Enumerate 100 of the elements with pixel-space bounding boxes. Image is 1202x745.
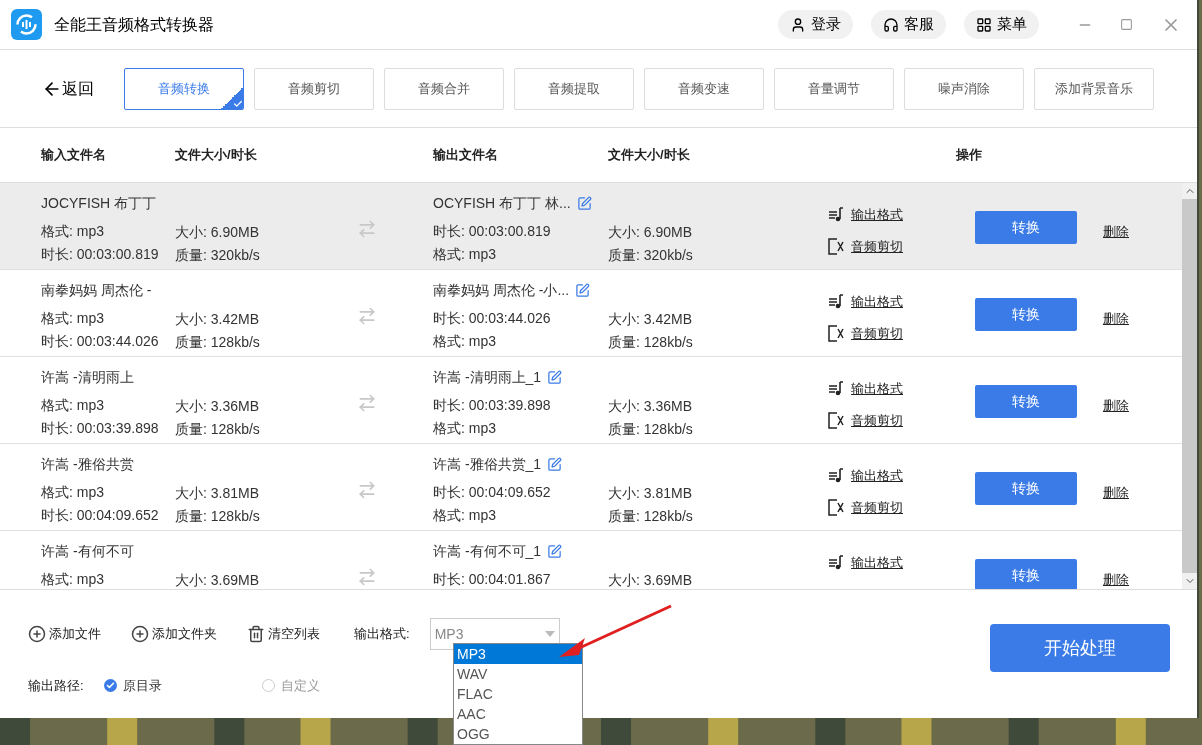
- tab[interactable]: 音频剪切: [254, 67, 374, 110]
- file-format: 格式: mp3: [41, 396, 105, 414]
- column-header: 文件大小/时长: [175, 146, 258, 165]
- file-row[interactable]: JOCYFISH 布丁丁 格式: mp3 时长: 00:03:00.819 大小: 6.90MB 质量: 320kb/s OCYFISH 布丁丁 林... 时长: 00:03:00.819 格式: mp3 大小: 6.90MB 质量: 320kb/s 输出格式 音频剪切 转换 删除: [0, 183, 1182, 270]
- output-format-link[interactable]: 输出格式: [851, 379, 903, 399]
- output-format: 格式: mp3: [433, 332, 497, 350]
- output-path-label: 输出路径:: [28, 677, 84, 695]
- format-option[interactable]: MP3: [454, 644, 582, 664]
- headset-icon: [883, 16, 899, 33]
- delete-link[interactable]: 删除: [1103, 572, 1129, 587]
- toolbar-button[interactable]: 清空列表: [247, 624, 320, 644]
- format-option[interactable]: FLAC: [454, 684, 582, 704]
- delete-link[interactable]: 删除: [1103, 485, 1129, 500]
- start-button[interactable]: 开始处理: [990, 624, 1170, 672]
- column-header: 输入文件名: [40, 146, 107, 165]
- file-quality: 质量: 320kb/s: [175, 246, 261, 264]
- file-size: 大小: 3.69MB: [175, 571, 261, 589]
- delete-link[interactable]: 删除: [1103, 398, 1129, 413]
- convert-button[interactable]: 转换: [975, 385, 1077, 418]
- audio-cut-link[interactable]: 音频剪切: [851, 410, 903, 430]
- convert-button[interactable]: 转换: [975, 298, 1077, 331]
- file-name: 许嵩 -有何不可: [41, 542, 135, 560]
- caret-icon: [544, 631, 555, 637]
- header-button[interactable]: 客服: [871, 10, 946, 39]
- tab[interactable]: 音频转换: [124, 67, 244, 110]
- output-file-name: 许嵩 -有何不可_1: [433, 542, 542, 560]
- edit-icon[interactable]: [547, 369, 563, 385]
- file-format: 格式: mp3: [41, 309, 105, 327]
- file-name: 许嵩 -清明雨上: [41, 368, 135, 386]
- radio-icon: [103, 679, 117, 693]
- edit-icon[interactable]: [575, 282, 591, 298]
- back-button[interactable]: 返回: [42, 76, 94, 101]
- file-format: 格式: mp3: [41, 483, 105, 501]
- tab[interactable]: 音量调节: [774, 67, 894, 110]
- file-size: 大小: 3.42MB: [175, 310, 261, 328]
- maximize-icon[interactable]: [1120, 18, 1133, 31]
- output-format-link[interactable]: 输出格式: [851, 292, 903, 312]
- convert-button[interactable]: 转换: [975, 472, 1077, 505]
- delete-link[interactable]: 删除: [1103, 224, 1129, 239]
- file-size: 大小: 3.81MB: [175, 484, 261, 502]
- format-option[interactable]: OGG: [454, 724, 582, 744]
- header-button[interactable]: 登录: [778, 10, 853, 39]
- edit-icon[interactable]: [576, 195, 592, 211]
- audio-cut-link[interactable]: 音频剪切: [851, 236, 903, 256]
- user-icon: [790, 16, 806, 33]
- path-radio[interactable]: 原目录: [103, 676, 162, 696]
- scrollbar[interactable]: [1182, 183, 1197, 589]
- swap-icon: [357, 480, 377, 500]
- plus-circle-icon: [131, 625, 149, 643]
- output-format-link[interactable]: 输出格式: [851, 553, 903, 573]
- app-logo-icon: [11, 9, 42, 40]
- toolbar-button[interactable]: 添加文件: [28, 624, 101, 644]
- file-duration: 时长: 00:03:00.819: [41, 245, 160, 263]
- file-duration: 时长: 00:03:44.026: [41, 332, 160, 350]
- output-duration: 时长: 00:04:01.867: [433, 570, 552, 588]
- audio-cut-link[interactable]: 音频剪切: [851, 497, 903, 517]
- tab[interactable]: 音频合并: [384, 67, 504, 110]
- file-format: 格式: mp3: [41, 222, 105, 240]
- header-button[interactable]: 菜单: [964, 10, 1039, 39]
- output-duration: 时长: 00:03:44.026: [433, 309, 552, 327]
- plus-circle-icon: [28, 625, 46, 643]
- column-header: 文件大小/时长: [608, 146, 691, 165]
- edit-icon[interactable]: [547, 456, 563, 472]
- delete-link[interactable]: 删除: [1103, 311, 1129, 326]
- output-duration: 时长: 00:03:39.898: [433, 396, 552, 414]
- output-quality: 质量: 128kb/s: [608, 420, 694, 438]
- file-quality: 质量: 128kb/s: [175, 333, 261, 351]
- swap-icon: [357, 393, 377, 413]
- tab[interactable]: 音频提取: [514, 67, 634, 110]
- file-quality: 质量: 128kb/s: [175, 507, 261, 525]
- file-format: 格式: mp3: [41, 570, 105, 588]
- window-title: 全能王音频格式转换器: [54, 14, 214, 35]
- music-list-icon: [828, 554, 845, 571]
- music-list-icon: [828, 293, 845, 310]
- scissors-icon: [828, 324, 845, 342]
- output-size: 大小: 3.42MB: [608, 310, 694, 328]
- output-format: 格式: mp3: [433, 245, 497, 263]
- file-size: 大小: 3.36MB: [175, 397, 261, 415]
- output-quality: 质量: 128kb/s: [608, 333, 694, 351]
- convert-button[interactable]: 转换: [975, 559, 1077, 589]
- tab[interactable]: 音频变速: [644, 67, 764, 110]
- file-duration: 时长: 00:03:39.898: [41, 419, 160, 437]
- convert-button[interactable]: 转换: [975, 211, 1077, 244]
- output-format: 格式: mp3: [433, 419, 497, 437]
- format-option[interactable]: AAC: [454, 704, 582, 724]
- format-option[interactable]: WAV: [454, 664, 582, 684]
- toolbar-button[interactable]: 添加文件夹: [131, 624, 217, 644]
- audio-cut-link[interactable]: 音频剪切: [851, 323, 903, 343]
- output-format-link[interactable]: 输出格式: [851, 466, 903, 486]
- file-name: 许嵩 -雅俗共赏: [41, 455, 135, 473]
- tab[interactable]: 添加背景音乐: [1034, 67, 1154, 110]
- output-quality: 质量: 128kb/s: [608, 507, 694, 525]
- swap-icon: [357, 567, 377, 587]
- tab[interactable]: 噪声消除: [904, 67, 1024, 110]
- column-header: 操作: [956, 146, 982, 165]
- output-format-link[interactable]: 输出格式: [851, 205, 903, 225]
- output-file-name: 许嵩 -清明雨上_1: [433, 368, 542, 386]
- scissors-icon: [828, 237, 845, 255]
- edit-icon[interactable]: [547, 543, 563, 559]
- output-size: 大小: 3.36MB: [608, 397, 694, 415]
